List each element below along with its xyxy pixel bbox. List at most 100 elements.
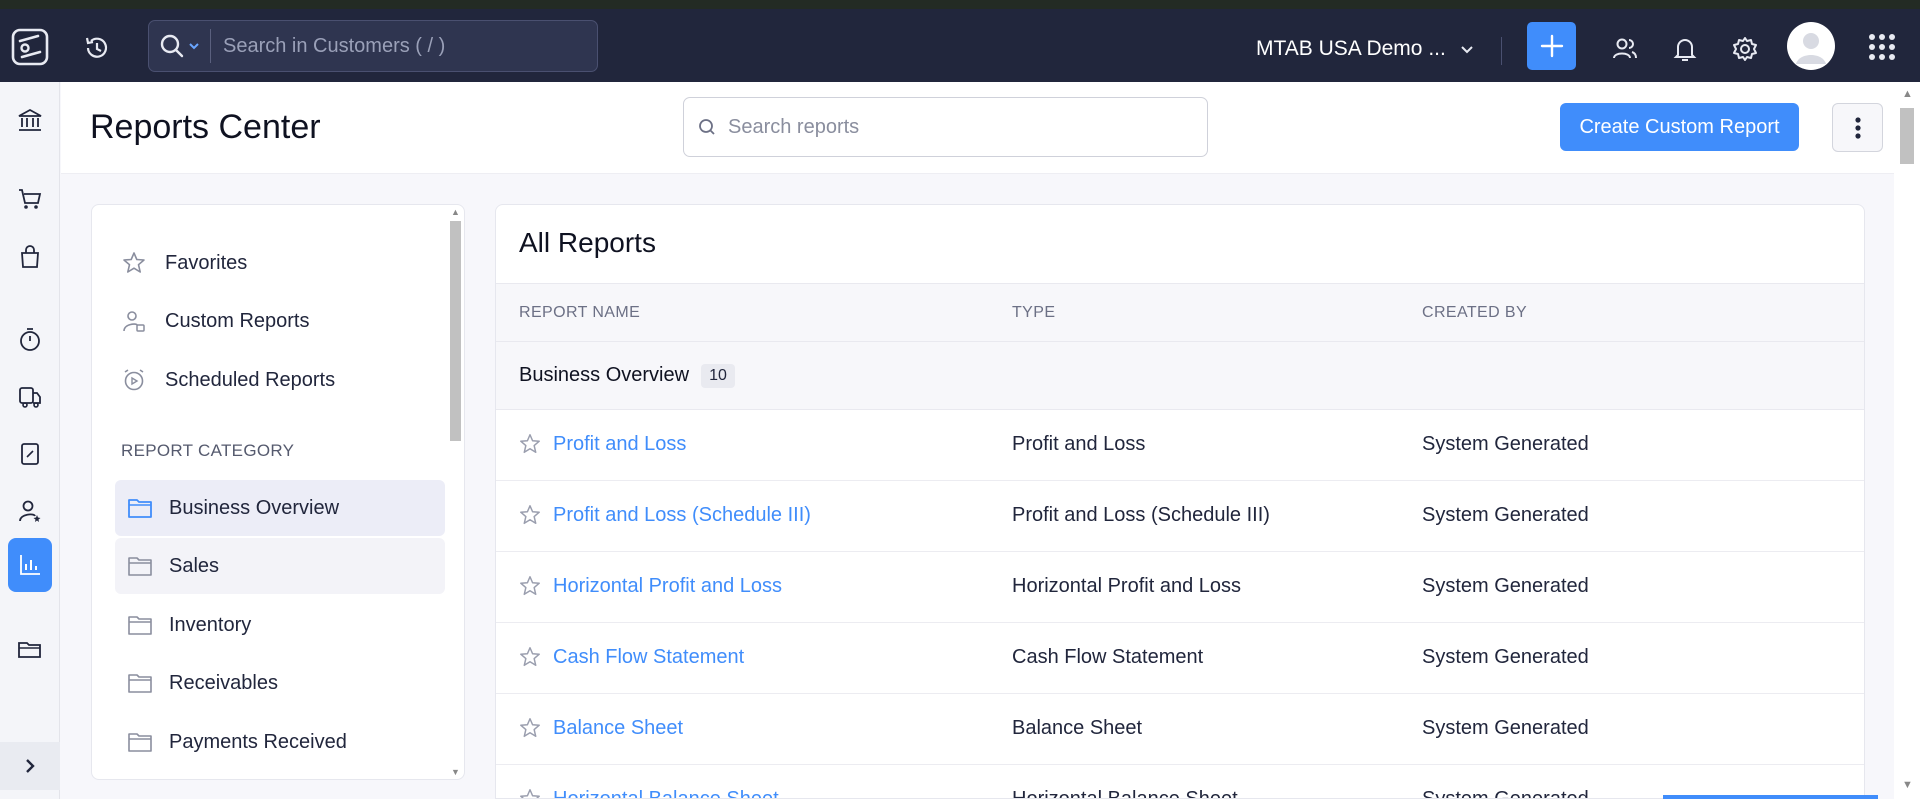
category-payments-received[interactable]: Payments Received bbox=[115, 714, 445, 770]
favorite-star-icon[interactable] bbox=[518, 716, 542, 740]
scroll-down-arrow-icon[interactable]: ▼ bbox=[451, 767, 460, 777]
category-label: Receivables bbox=[169, 671, 278, 694]
report-created-by: System Generated bbox=[1422, 646, 1589, 668]
favorite-star-icon[interactable] bbox=[518, 787, 542, 799]
custom-report-user-icon bbox=[123, 311, 145, 332]
settings-gear-icon[interactable] bbox=[1730, 34, 1760, 64]
report-type: Profit and Loss (Schedule III) bbox=[1012, 504, 1270, 526]
favorite-star-icon[interactable] bbox=[518, 432, 542, 456]
table-row: Profit and Loss Profit and Loss System G… bbox=[496, 410, 1864, 481]
favorites-link[interactable]: Favorites bbox=[121, 246, 247, 280]
report-link[interactable]: Cash Flow Statement bbox=[553, 646, 744, 669]
chevron-down-icon bbox=[1461, 46, 1473, 54]
search-module-dropdown[interactable] bbox=[149, 29, 211, 63]
folder-icon bbox=[128, 733, 152, 752]
reports-icon[interactable] bbox=[8, 538, 52, 592]
page-title: Reports Center bbox=[90, 108, 321, 146]
header-divider bbox=[1501, 37, 1502, 65]
report-categories-panel: Favorites Custom Reports Scheduled Repor… bbox=[91, 204, 465, 780]
all-reports-panel: All Reports REPORT NAME TYPE CREATED BY … bbox=[495, 204, 1865, 799]
organization-switcher[interactable]: MTAB USA Demo ... bbox=[1256, 37, 1474, 61]
report-type: Horizontal Balance Sheet bbox=[1012, 788, 1238, 799]
scroll-up-arrow-icon[interactable]: ▲ bbox=[451, 207, 460, 217]
global-search-input[interactable] bbox=[211, 34, 597, 58]
users-icon[interactable] bbox=[1610, 34, 1640, 64]
chevron-right-icon bbox=[26, 759, 35, 773]
module-rail bbox=[0, 82, 60, 799]
star-icon bbox=[123, 252, 145, 273]
scheduled-reports-label: Scheduled Reports bbox=[165, 368, 336, 391]
category-label: Business Overview bbox=[169, 496, 340, 519]
app-launcher-grid-icon[interactable] bbox=[1867, 32, 1897, 62]
column-header-report-name[interactable]: REPORT NAME bbox=[519, 304, 640, 322]
column-header-type[interactable]: TYPE bbox=[1012, 304, 1055, 322]
category-inventory[interactable]: Inventory bbox=[115, 597, 445, 653]
scrollbar-thumb[interactable] bbox=[450, 221, 461, 441]
quick-create-button[interactable] bbox=[1527, 22, 1576, 70]
app-logo-icon[interactable] bbox=[10, 27, 50, 67]
eway-bill-icon[interactable] bbox=[8, 375, 52, 419]
scroll-down-arrow-icon[interactable]: ▼ bbox=[1902, 779, 1913, 791]
group-count-badge: 10 bbox=[701, 363, 735, 388]
table-row: Horizontal Profit and Loss Horizontal Pr… bbox=[496, 552, 1864, 623]
report-created-by: System Generated bbox=[1422, 717, 1589, 739]
group-header-business-overview: Business Overview 10 bbox=[496, 342, 1864, 410]
favorite-star-icon[interactable] bbox=[518, 503, 542, 527]
page-scrollbar[interactable]: ▲ ▼ bbox=[1894, 82, 1920, 799]
user-avatar[interactable] bbox=[1787, 22, 1835, 70]
notifications-bell-icon[interactable] bbox=[1670, 34, 1700, 64]
report-link[interactable]: Balance Sheet bbox=[553, 717, 683, 740]
report-category-heading: REPORT CATEGORY bbox=[121, 441, 295, 460]
recent-history-icon[interactable] bbox=[82, 33, 112, 63]
all-reports-title: All Reports bbox=[519, 227, 656, 258]
plus-icon bbox=[1540, 34, 1563, 58]
favorite-star-icon[interactable] bbox=[518, 645, 542, 669]
scheduled-clock-icon bbox=[124, 369, 144, 391]
scroll-up-arrow-icon[interactable]: ▲ bbox=[1902, 88, 1913, 100]
report-search-input[interactable] bbox=[728, 115, 1207, 139]
folder-icon bbox=[128, 557, 152, 576]
search-icon bbox=[160, 34, 184, 58]
expand-rail-button[interactable] bbox=[0, 742, 60, 790]
scheduled-reports-link[interactable]: Scheduled Reports bbox=[121, 363, 335, 397]
time-tracking-icon[interactable] bbox=[8, 318, 52, 362]
table-row: Horizontal Balance Sheet Horizontal Bala… bbox=[496, 765, 1864, 799]
custom-reports-label: Custom Reports bbox=[165, 309, 310, 332]
report-type: Profit and Loss bbox=[1012, 433, 1146, 455]
banking-icon[interactable] bbox=[8, 98, 52, 142]
report-link[interactable]: Horizontal Profit and Loss bbox=[553, 575, 782, 598]
report-link[interactable]: Profit and Loss bbox=[553, 433, 686, 456]
create-custom-report-button[interactable]: Create Custom Report bbox=[1560, 103, 1799, 151]
category-business-overview[interactable]: Business Overview bbox=[115, 480, 445, 536]
report-link[interactable]: Horizontal Balance Sheet bbox=[553, 788, 779, 798]
accountant-icon[interactable] bbox=[8, 432, 52, 476]
categories-scrollbar[interactable]: ▲ ▼ bbox=[448, 205, 464, 779]
sales-cart-icon[interactable] bbox=[8, 177, 52, 221]
report-link[interactable]: Profit and Loss (Schedule III) bbox=[553, 504, 811, 527]
documents-icon[interactable] bbox=[8, 627, 52, 671]
organization-name: MTAB USA Demo ... bbox=[1256, 37, 1446, 60]
purchases-bag-icon[interactable] bbox=[8, 235, 52, 279]
table-row: Cash Flow Statement Cash Flow Statement … bbox=[496, 623, 1864, 694]
category-receivables[interactable]: Receivables bbox=[115, 655, 445, 711]
favorites-label: Favorites bbox=[165, 251, 248, 274]
scrollbar-thumb[interactable] bbox=[1900, 108, 1914, 164]
category-sales[interactable]: Sales bbox=[115, 538, 445, 594]
kebab-menu-icon bbox=[1854, 116, 1861, 139]
report-type: Balance Sheet bbox=[1012, 717, 1143, 739]
favorite-star-icon[interactable] bbox=[518, 574, 542, 598]
report-type: Horizontal Profit and Loss bbox=[1012, 575, 1242, 597]
report-created-by: System Generated bbox=[1422, 788, 1589, 799]
category-label: Inventory bbox=[169, 613, 252, 636]
report-created-by: System Generated bbox=[1422, 433, 1589, 455]
search-icon bbox=[699, 119, 715, 135]
global-search-box bbox=[148, 20, 598, 72]
contacts-icon[interactable] bbox=[8, 489, 52, 533]
column-header-created-by[interactable]: CREATED BY bbox=[1422, 304, 1527, 322]
bottom-accent-bar bbox=[1663, 795, 1878, 799]
folder-icon bbox=[128, 616, 152, 635]
custom-reports-link[interactable]: Custom Reports bbox=[121, 304, 310, 338]
more-options-button[interactable] bbox=[1832, 103, 1883, 152]
folder-icon bbox=[128, 499, 152, 518]
table-header-row: REPORT NAME TYPE CREATED BY bbox=[496, 283, 1864, 342]
